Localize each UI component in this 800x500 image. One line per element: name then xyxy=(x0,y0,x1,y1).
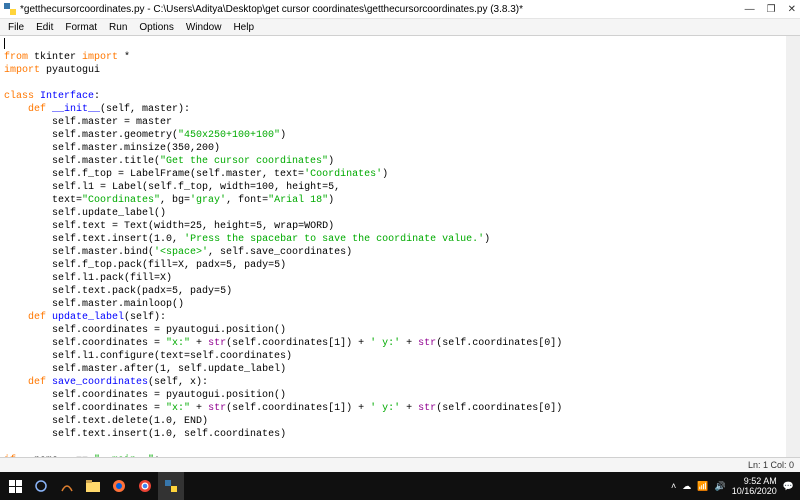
start-button[interactable] xyxy=(2,472,28,500)
app-icon xyxy=(4,3,16,15)
idle-icon[interactable] xyxy=(158,472,184,500)
menu-window[interactable]: Window xyxy=(180,22,228,33)
menu-run[interactable]: Run xyxy=(103,22,133,33)
code-editor[interactable]: from tkinter import * import pyautogui c… xyxy=(0,36,800,457)
cortana-icon[interactable] xyxy=(28,472,54,500)
maximize-button[interactable]: ❐ xyxy=(767,4,776,15)
chrome-icon[interactable] xyxy=(132,472,158,500)
menu-format[interactable]: Format xyxy=(59,22,103,33)
menu-help[interactable]: Help xyxy=(227,22,260,33)
tray-clock[interactable]: 9:52 AM 10/16/2020 xyxy=(732,476,777,496)
titlebar: *getthecursorcoordinates.py - C:\Users\A… xyxy=(0,0,800,19)
taskbar: ˄ ☁ 📶 🔊 9:52 AM 10/16/2020 💬 xyxy=(0,472,800,500)
tray-wifi-icon[interactable]: 📶 xyxy=(697,481,708,491)
tray-cloud-icon[interactable]: ☁ xyxy=(682,481,691,491)
menu-edit[interactable]: Edit xyxy=(30,22,59,33)
menu-options[interactable]: Options xyxy=(133,22,179,33)
minimize-button[interactable]: — xyxy=(745,4,755,15)
tray-chevron-icon[interactable]: ˄ xyxy=(671,481,676,491)
window-title: *getthecursorcoordinates.py - C:\Users\A… xyxy=(20,4,745,15)
taskbar-app-1[interactable] xyxy=(54,472,80,500)
cursor-position: Ln: 1 Col: 0 xyxy=(748,460,794,470)
file-explorer-icon[interactable] xyxy=(80,472,106,500)
menubar: File Edit Format Run Options Window Help xyxy=(0,19,800,36)
tray-notification-icon[interactable]: 💬 xyxy=(783,481,794,491)
statusbar: Ln: 1 Col: 0 xyxy=(0,457,800,472)
tray-volume-icon[interactable]: 🔊 xyxy=(715,481,726,491)
close-button[interactable]: ✕ xyxy=(788,4,796,15)
firefox-icon[interactable] xyxy=(106,472,132,500)
system-tray[interactable]: ˄ ☁ 📶 🔊 9:52 AM 10/16/2020 💬 xyxy=(671,476,798,496)
menu-file[interactable]: File xyxy=(2,22,30,33)
